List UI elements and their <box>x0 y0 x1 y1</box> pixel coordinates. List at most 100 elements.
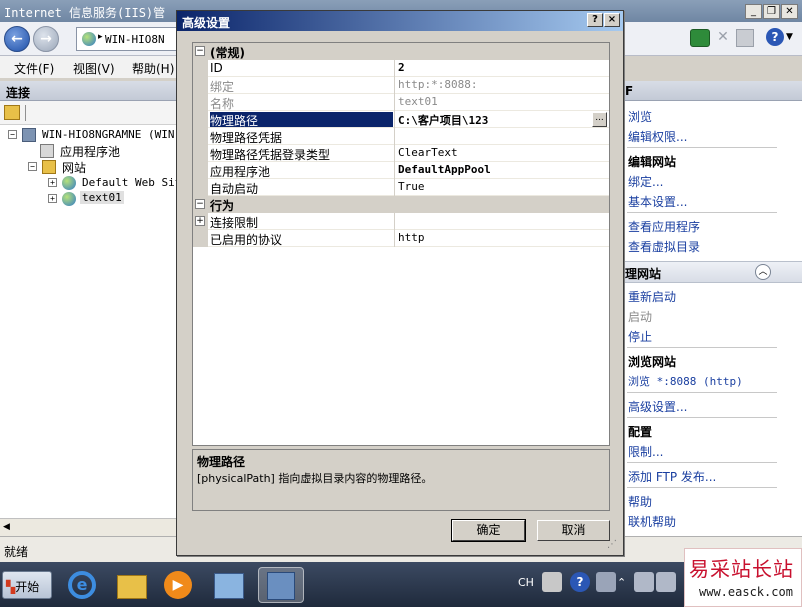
prop-name: 连接限制 <box>210 216 259 230</box>
category-label: (常规) <box>210 46 245 60</box>
horizontal-scrollbar[interactable]: ◀ <box>0 518 180 536</box>
action-online-help[interactable]: 联机帮助 <box>628 513 676 530</box>
help-icon[interactable]: ? <box>570 572 590 592</box>
resize-grip-icon[interactable]: ⋰ <box>607 539 621 553</box>
dialog-titlebar[interactable]: 高级设置 ? × <box>177 11 623 31</box>
collapse-icon[interactable]: − <box>28 162 37 171</box>
expand-icon[interactable]: + <box>48 194 57 203</box>
app-pool-icon <box>40 144 54 158</box>
prop-row-physical-path[interactable]: 物理路径 C:\客户项目\123 ... <box>193 111 609 128</box>
collapse-icon[interactable]: − <box>8 130 17 139</box>
language-indicator[interactable]: CH <box>518 576 534 589</box>
prop-row-connection-limits[interactable]: + 连接限制 <box>193 213 609 230</box>
prop-row-app-pool[interactable]: 应用程序池 DefaultAppPool <box>193 162 609 179</box>
menu-bar: 文件(F) 视图(V) 帮助(H) <box>0 56 180 78</box>
maximize-button[interactable]: ❐ <box>763 4 780 19</box>
category-behavior[interactable]: − 行为 <box>193 196 609 213</box>
separator <box>627 347 777 348</box>
action-stop[interactable]: 停止 <box>628 328 652 345</box>
prop-row-path-credentials[interactable]: 物理路径凭据 <box>193 128 609 145</box>
separator <box>627 147 777 148</box>
action-add-ftp[interactable]: 添加 FTP 发布... <box>628 468 716 485</box>
action-browse-8088[interactable]: 浏览 *:8088 (http) <box>628 373 743 389</box>
scroll-left-icon[interactable]: ◀ <box>3 522 10 532</box>
prop-name: 物理路径 <box>210 112 393 127</box>
prop-row-enabled-protocols[interactable]: 已启用的协议 http <box>193 230 609 247</box>
address-field[interactable]: ▸ WIN-HIO8N <box>76 27 180 51</box>
taskbar-explorer[interactable] <box>113 567 149 603</box>
menu-file[interactable]: 文件(F) <box>14 60 54 77</box>
prop-value[interactable]: ClearText <box>398 146 603 159</box>
new-connection-icon[interactable] <box>4 105 20 120</box>
collapse-up-icon[interactable]: ︿ <box>755 264 771 280</box>
category-label: 行为 <box>210 199 235 213</box>
connections-header: 连接 <box>0 81 180 101</box>
minimize-button[interactable]: _ <box>745 4 762 19</box>
dialog-close-button[interactable]: × <box>604 13 620 27</box>
action-browse[interactable]: 浏览 <box>628 108 652 125</box>
separator <box>627 417 777 418</box>
action-limits[interactable]: 限制... <box>628 443 663 460</box>
forward-button[interactable]: → <box>33 26 59 52</box>
action-help[interactable]: 帮助 <box>628 493 652 510</box>
cancel-button[interactable]: 取消 <box>537 520 610 541</box>
physical-path-input[interactable]: C:\客户项目\123 <box>398 112 603 128</box>
tray-expand-icon[interactable]: ⌃ <box>617 576 626 589</box>
stop-icon[interactable]: ✕ <box>714 29 732 47</box>
taskbar-media-player[interactable]: ▶ <box>160 567 196 603</box>
collapse-icon[interactable]: − <box>195 46 205 56</box>
watermark-title: 易采站长站 <box>689 557 794 581</box>
chevron-right-icon: ▸ <box>98 32 103 42</box>
taskbar-ie[interactable]: e <box>64 567 100 603</box>
taskbar-iis-manager[interactable] <box>258 567 304 603</box>
expand-icon[interactable]: + <box>195 216 205 226</box>
dialog-title: 高级设置 <box>182 16 231 30</box>
collapse-icon[interactable]: − <box>195 199 205 209</box>
start-button[interactable]: ▚开始 <box>2 571 52 599</box>
options-icon[interactable] <box>596 572 616 592</box>
prop-value[interactable]: DefaultAppPool <box>398 163 603 176</box>
action-basic-settings[interactable]: 基本设置... <box>628 193 687 210</box>
prop-row-logon-type[interactable]: 物理路径凭据登录类型 ClearText <box>193 145 609 162</box>
refresh-icon[interactable] <box>690 29 710 47</box>
ok-button[interactable]: 确定 <box>451 519 526 542</box>
taskbar-server-manager[interactable] <box>210 567 246 603</box>
home-icon[interactable] <box>736 29 754 47</box>
keyboard-icon[interactable] <box>542 572 562 592</box>
prop-value[interactable]: http <box>398 231 603 244</box>
media-player-icon: ▶ <box>164 571 192 599</box>
folder-icon <box>42 160 56 174</box>
action-restart[interactable]: 重新启动 <box>628 288 676 305</box>
network-icon[interactable] <box>634 572 654 592</box>
volume-icon[interactable] <box>656 572 676 592</box>
dialog-help-button[interactable]: ? <box>587 13 603 27</box>
property-grid: − (常规) ID 2 绑定 http:*:8088: 名称 text01 物理… <box>192 42 610 446</box>
menu-help[interactable]: 帮助(H) <box>132 60 174 77</box>
server-manager-icon <box>214 573 244 599</box>
action-advanced-settings[interactable]: 高级设置... <box>628 398 687 415</box>
prop-value[interactable]: 2 <box>398 61 603 74</box>
advanced-settings-dialog: 高级设置 ? × − (常规) ID 2 绑定 http:*:8088: 名称 … <box>176 10 624 556</box>
expand-icon[interactable]: + <box>48 178 57 187</box>
prop-row-id[interactable]: ID 2 <box>193 60 609 77</box>
prop-value[interactable]: True <box>398 180 603 193</box>
menu-view[interactable]: 视图(V) <box>73 60 115 77</box>
browse-button[interactable]: ... <box>592 112 607 127</box>
status-text: 就绪 <box>4 545 29 559</box>
main-close-button[interactable]: ✕ <box>781 4 798 19</box>
back-button[interactable]: ← <box>4 26 30 52</box>
chevron-down-icon[interactable]: ▼ <box>786 32 793 42</box>
windows-logo-icon: ▚ <box>6 580 16 594</box>
action-view-applications[interactable]: 查看应用程序 <box>628 218 700 235</box>
description-panel: 物理路径 [physicalPath] 指向虚拟目录内容的物理路径。 <box>192 449 610 511</box>
category-general[interactable]: − (常规) <box>193 43 609 60</box>
help-icon[interactable]: ? <box>766 28 784 46</box>
globe-icon <box>82 32 96 46</box>
prop-name: 绑定 <box>210 80 235 94</box>
address-text: WIN-HIO8N <box>105 33 165 46</box>
action-edit-permissions[interactable]: 编辑权限... <box>628 128 687 145</box>
action-bindings[interactable]: 绑定... <box>628 173 663 190</box>
action-view-virtual-dirs[interactable]: 查看虚拟目录 <box>628 238 700 255</box>
prop-row-auto-start[interactable]: 自动启动 True <box>193 179 609 196</box>
globe-icon <box>62 192 76 206</box>
